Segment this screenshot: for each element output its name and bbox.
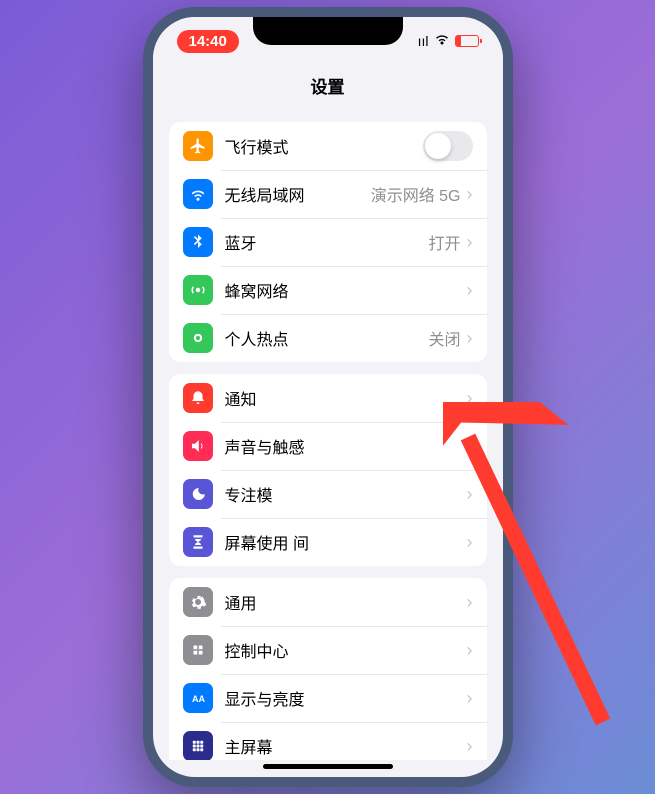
row-label: 显示与亮度 [225, 686, 467, 710]
row-label: 个人热点 [225, 326, 429, 350]
row-label: 专注模 [225, 482, 467, 506]
control-center-icon [183, 635, 213, 665]
row-label: 蓝牙 [225, 230, 429, 254]
row-notifications[interactable]: 通知 › [169, 374, 487, 422]
row-control-center[interactable]: 控制中心 › [169, 626, 487, 674]
settings-group-notifications: 通知 › 声音与触感 › 专注模 › 屏幕使用 间 › [169, 374, 487, 566]
airplane-icon [183, 131, 213, 161]
status-icons: ııl [418, 33, 479, 49]
row-label: 无线局域网 [225, 182, 371, 206]
battery-icon [455, 35, 479, 47]
sound-icon [183, 431, 213, 461]
chevron-icon: › [467, 736, 473, 757]
chevron-icon: › [467, 688, 473, 709]
signal-icon: ııl [418, 33, 429, 49]
settings-content[interactable]: 飞行模式 无线局域网 演示网络 5G › 蓝牙 打开 › 蜂窝网 [153, 110, 503, 760]
home-screen-icon [183, 731, 213, 760]
row-label: 控制中心 [225, 638, 467, 662]
chevron-icon: › [467, 484, 473, 505]
page-title: 设置 [153, 65, 503, 110]
cellular-icon [183, 275, 213, 305]
chevron-icon: › [467, 388, 473, 409]
chevron-icon: › [467, 232, 473, 253]
row-label: 通知 [225, 386, 467, 410]
row-home-screen[interactable]: 主屏幕 › [169, 722, 487, 760]
bluetooth-icon [183, 227, 213, 257]
chevron-icon: › [467, 592, 473, 613]
row-label: 声音与触感 [225, 434, 467, 458]
row-hotspot[interactable]: 个人热点 关闭 › [169, 314, 487, 362]
airplane-toggle[interactable] [423, 131, 473, 161]
home-indicator[interactable] [263, 764, 393, 769]
wifi-settings-icon [183, 179, 213, 209]
chevron-icon: › [467, 184, 473, 205]
svg-text:AA: AA [192, 694, 205, 704]
row-wifi[interactable]: 无线局域网 演示网络 5G › [169, 170, 487, 218]
chevron-icon: › [467, 532, 473, 553]
row-bluetooth[interactable]: 蓝牙 打开 › [169, 218, 487, 266]
status-time: 14:40 [177, 30, 239, 53]
phone-frame: 14:40 ııl 设置 飞行模式 无线局域网 [143, 7, 513, 787]
notch [253, 17, 403, 45]
hotspot-icon [183, 323, 213, 353]
gear-icon [183, 587, 213, 617]
chevron-icon: › [467, 436, 473, 457]
notification-icon [183, 383, 213, 413]
focus-icon [183, 479, 213, 509]
phone-screen: 14:40 ııl 设置 飞行模式 无线局域网 [153, 17, 503, 777]
settings-group-general: 通用 › 控制中心 › AA 显示与亮度 › 主屏幕 › [169, 578, 487, 760]
settings-group-connectivity: 飞行模式 无线局域网 演示网络 5G › 蓝牙 打开 › 蜂窝网 [169, 122, 487, 362]
chevron-icon: › [467, 328, 473, 349]
row-label: 主屏幕 [225, 734, 467, 758]
row-value: 演示网络 5G [371, 182, 461, 206]
row-value: 打开 [428, 230, 460, 254]
row-general[interactable]: 通用 › [169, 578, 487, 626]
row-sounds[interactable]: 声音与触感 › [169, 422, 487, 470]
row-screentime[interactable]: 屏幕使用 间 › [169, 518, 487, 566]
row-focus[interactable]: 专注模 › [169, 470, 487, 518]
row-airplane-mode[interactable]: 飞行模式 [169, 122, 487, 170]
row-label: 屏幕使用 间 [225, 530, 467, 554]
chevron-icon: › [467, 280, 473, 301]
row-value: 关闭 [428, 326, 460, 350]
chevron-icon: › [467, 640, 473, 661]
display-icon: AA [183, 683, 213, 713]
row-label: 通用 [225, 590, 467, 614]
wifi-icon [434, 33, 450, 49]
row-label: 蜂窝网络 [225, 278, 467, 302]
row-cellular[interactable]: 蜂窝网络 › [169, 266, 487, 314]
row-label: 飞行模式 [225, 134, 423, 158]
row-display[interactable]: AA 显示与亮度 › [169, 674, 487, 722]
screentime-icon [183, 527, 213, 557]
